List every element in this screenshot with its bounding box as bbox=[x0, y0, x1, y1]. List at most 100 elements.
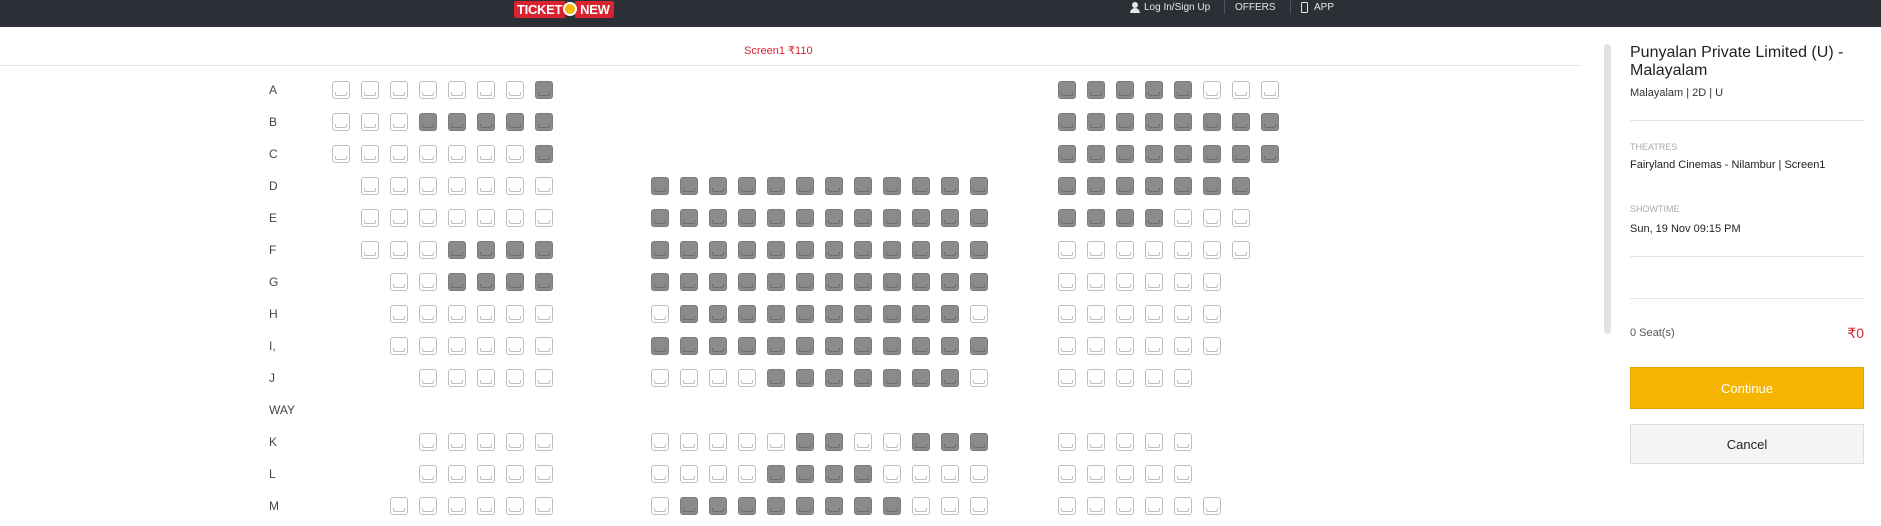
seat-available[interactable] bbox=[332, 113, 350, 131]
seat-available[interactable] bbox=[477, 209, 495, 227]
seat-available[interactable] bbox=[1174, 241, 1192, 259]
seat-available[interactable] bbox=[1261, 81, 1279, 99]
seat-available[interactable] bbox=[390, 273, 408, 291]
seat-available[interactable] bbox=[535, 369, 553, 387]
seat-available[interactable] bbox=[1058, 369, 1076, 387]
seat-available[interactable] bbox=[390, 337, 408, 355]
seat-available[interactable] bbox=[448, 145, 466, 163]
seat-available[interactable] bbox=[390, 177, 408, 195]
seat-available[interactable] bbox=[419, 209, 437, 227]
seat-available[interactable] bbox=[1145, 241, 1163, 259]
seat-available[interactable] bbox=[1116, 465, 1134, 483]
seat-available[interactable] bbox=[361, 113, 379, 131]
seat-available[interactable] bbox=[535, 433, 553, 451]
seat-available[interactable] bbox=[1203, 305, 1221, 323]
seat-available[interactable] bbox=[506, 465, 524, 483]
seat-available[interactable] bbox=[477, 497, 495, 515]
seat-available[interactable] bbox=[1058, 337, 1076, 355]
seat-available[interactable] bbox=[361, 241, 379, 259]
seat-available[interactable] bbox=[448, 497, 466, 515]
seat-available[interactable] bbox=[1145, 465, 1163, 483]
seat-available[interactable] bbox=[535, 305, 553, 323]
seat-available[interactable] bbox=[448, 465, 466, 483]
login-signup-link[interactable]: Log In/Sign Up bbox=[1130, 0, 1210, 14]
seat-available[interactable] bbox=[651, 433, 669, 451]
seat-available[interactable] bbox=[1058, 273, 1076, 291]
seat-available[interactable] bbox=[941, 497, 959, 515]
seat-available[interactable] bbox=[738, 433, 756, 451]
seat-available[interactable] bbox=[1087, 465, 1105, 483]
seat-available[interactable] bbox=[1058, 241, 1076, 259]
seat-available[interactable] bbox=[1116, 241, 1134, 259]
seat-available[interactable] bbox=[477, 337, 495, 355]
seat-available[interactable] bbox=[1145, 273, 1163, 291]
app-link[interactable]: APP bbox=[1290, 0, 1334, 14]
seat-available[interactable] bbox=[390, 241, 408, 259]
seat-available[interactable] bbox=[1174, 273, 1192, 291]
seat-available[interactable] bbox=[738, 369, 756, 387]
seat-available[interactable] bbox=[738, 465, 756, 483]
seat-available[interactable] bbox=[448, 369, 466, 387]
ticketnew-logo[interactable]: TICKET NEW bbox=[514, 0, 614, 18]
seat-available[interactable] bbox=[506, 369, 524, 387]
seat-available[interactable] bbox=[941, 465, 959, 483]
seat-available[interactable] bbox=[1087, 497, 1105, 515]
seat-available[interactable] bbox=[651, 369, 669, 387]
offers-link[interactable]: OFFERS bbox=[1224, 0, 1276, 14]
seat-available[interactable] bbox=[477, 305, 495, 323]
seat-available[interactable] bbox=[1116, 497, 1134, 515]
seat-available[interactable] bbox=[390, 113, 408, 131]
seat-available[interactable] bbox=[1116, 369, 1134, 387]
seat-available[interactable] bbox=[448, 177, 466, 195]
seat-available[interactable] bbox=[419, 433, 437, 451]
seat-available[interactable] bbox=[506, 497, 524, 515]
seat-available[interactable] bbox=[332, 81, 350, 99]
cancel-button[interactable]: Cancel bbox=[1630, 424, 1864, 464]
seat-available[interactable] bbox=[709, 433, 727, 451]
seat-available[interactable] bbox=[1232, 81, 1250, 99]
seat-available[interactable] bbox=[535, 209, 553, 227]
seat-available[interactable] bbox=[419, 145, 437, 163]
seat-available[interactable] bbox=[506, 337, 524, 355]
seat-available[interactable] bbox=[1232, 209, 1250, 227]
seat-available[interactable] bbox=[1232, 241, 1250, 259]
seat-available[interactable] bbox=[535, 465, 553, 483]
seat-available[interactable] bbox=[1116, 273, 1134, 291]
seat-available[interactable] bbox=[361, 177, 379, 195]
seat-available[interactable] bbox=[390, 497, 408, 515]
seat-available[interactable] bbox=[1058, 497, 1076, 515]
seat-available[interactable] bbox=[1116, 433, 1134, 451]
seat-available[interactable] bbox=[419, 305, 437, 323]
seat-available[interactable] bbox=[419, 337, 437, 355]
seat-available[interactable] bbox=[506, 81, 524, 99]
seat-available[interactable] bbox=[390, 81, 408, 99]
seat-available[interactable] bbox=[1087, 369, 1105, 387]
seat-available[interactable] bbox=[1058, 305, 1076, 323]
seat-available[interactable] bbox=[1174, 305, 1192, 323]
seat-available[interactable] bbox=[1058, 465, 1076, 483]
seat-available[interactable] bbox=[1145, 433, 1163, 451]
seat-available[interactable] bbox=[448, 433, 466, 451]
seat-available[interactable] bbox=[506, 177, 524, 195]
seat-available[interactable] bbox=[1203, 209, 1221, 227]
seat-available[interactable] bbox=[709, 465, 727, 483]
seat-available[interactable] bbox=[1145, 369, 1163, 387]
seat-available[interactable] bbox=[1058, 433, 1076, 451]
seat-available[interactable] bbox=[506, 305, 524, 323]
seat-available[interactable] bbox=[912, 497, 930, 515]
seat-available[interactable] bbox=[970, 305, 988, 323]
seat-available[interactable] bbox=[390, 145, 408, 163]
seat-available[interactable] bbox=[419, 177, 437, 195]
seat-available[interactable] bbox=[1087, 241, 1105, 259]
seat-available[interactable] bbox=[1203, 337, 1221, 355]
seat-available[interactable] bbox=[651, 497, 669, 515]
seat-available[interactable] bbox=[709, 369, 727, 387]
seat-available[interactable] bbox=[1203, 241, 1221, 259]
seat-map-scrollbar[interactable] bbox=[1604, 44, 1611, 334]
seat-available[interactable] bbox=[535, 337, 553, 355]
seat-available[interactable] bbox=[1174, 337, 1192, 355]
seat-available[interactable] bbox=[1174, 497, 1192, 515]
seat-available[interactable] bbox=[1174, 433, 1192, 451]
seat-available[interactable] bbox=[854, 433, 872, 451]
seat-available[interactable] bbox=[477, 369, 495, 387]
